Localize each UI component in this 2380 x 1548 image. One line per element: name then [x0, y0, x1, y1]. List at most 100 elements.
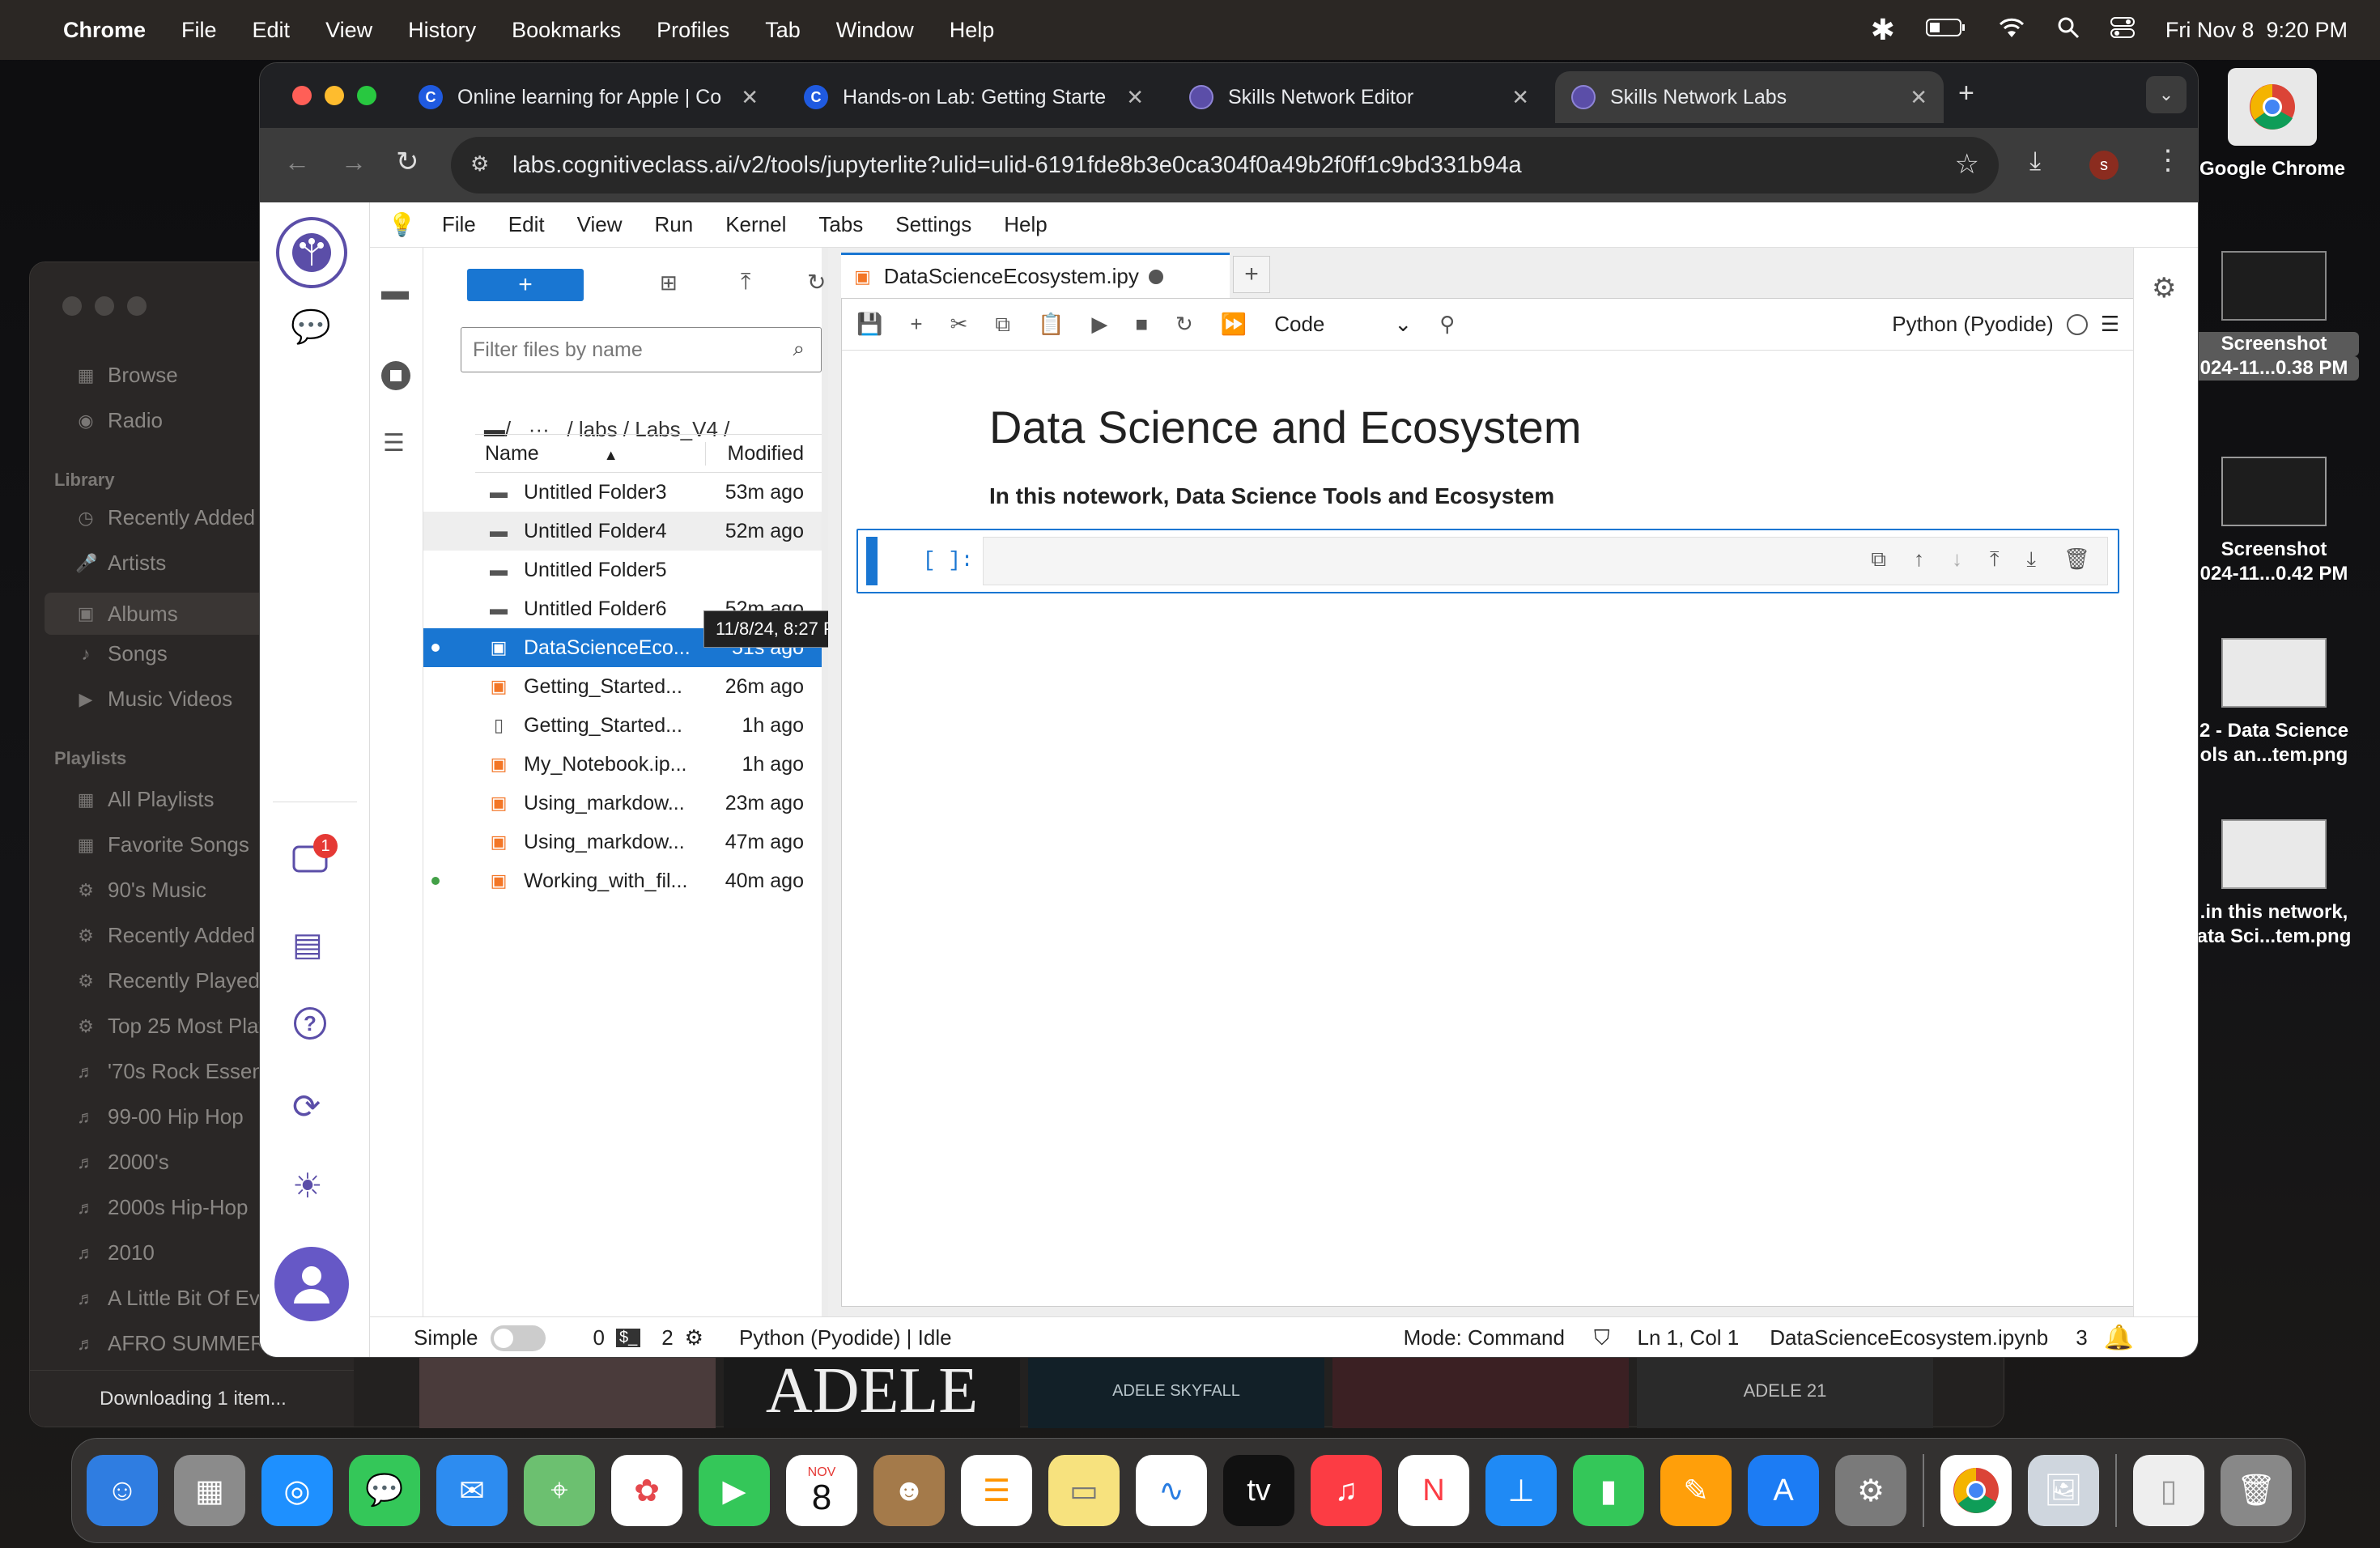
duplicate-cell-icon[interactable]: ⧉ [1871, 546, 1886, 572]
desktop-icon-chrome[interactable]: Google Chrome [2187, 68, 2357, 181]
browser-tab-3[interactable]: Skills Network Editor ✕ [1173, 71, 1545, 123]
restart-icon[interactable]: ↻ [1175, 312, 1193, 337]
table-of-contents-icon[interactable]: ☰ [383, 429, 405, 457]
address-bar[interactable]: ⚙ labs.cognitiveclass.ai/v2/tools/jupyte… [451, 137, 1999, 194]
bluetooth-asterisk-icon[interactable]: ✱ [1871, 13, 1895, 47]
menu-history[interactable]: History [408, 18, 476, 43]
jmenu-file[interactable]: File [442, 212, 476, 237]
menu-lines-icon[interactable]: ☰ [2101, 312, 2119, 337]
trusted-shield-icon[interactable]: ⛉ [1594, 1325, 1610, 1351]
file-row[interactable]: ▯ Getting_Started... 1h ago [423, 706, 822, 745]
save-icon[interactable]: 💾 [856, 312, 882, 337]
run-icon[interactable]: ▶ [1091, 312, 1107, 337]
maps-icon[interactable]: ⌖ [524, 1455, 595, 1526]
file-row[interactable]: ▬ Untitled Folder3 53m ago [423, 473, 822, 512]
playlist-item[interactable]: ♬ 2000s Hip-Hop [75, 1195, 248, 1220]
jmenu-help[interactable]: Help [1004, 212, 1047, 237]
zoom-window-button[interactable] [357, 86, 376, 105]
close-dot[interactable] [62, 296, 82, 316]
kernel-status[interactable]: Python (Pyodide) | Idle [739, 1325, 952, 1350]
file-row[interactable]: ▣ Getting_Started... 26m ago [423, 667, 822, 706]
help-icon[interactable]: ? [294, 1007, 326, 1040]
wifi-icon[interactable] [1997, 16, 2026, 45]
menu-window[interactable]: Window [836, 18, 914, 43]
library-artists[interactable]: 🎤 Artists [75, 551, 166, 576]
paste-icon[interactable]: 📋 [1038, 312, 1064, 337]
bookmark-star-icon[interactable]: ☆ [1955, 148, 1979, 181]
modified-column-header[interactable]: Modified [706, 442, 822, 466]
bell-icon[interactable]: 🔔 [2104, 1324, 2134, 1352]
preview-icon[interactable]: 🖼 [2028, 1455, 2099, 1526]
forward-arrow-icon[interactable]: → [341, 147, 367, 177]
menu-view[interactable]: View [325, 18, 372, 43]
delete-cell-icon[interactable]: 🗑 [2063, 546, 2090, 572]
album-cover[interactable] [419, 1354, 716, 1428]
jmenu-run[interactable]: Run [654, 212, 693, 237]
numbers-icon[interactable]: ▮ [1573, 1455, 1644, 1526]
new-folder-icon[interactable]: ⊞ [660, 270, 678, 296]
menu-tab[interactable]: Tab [765, 18, 801, 43]
apple-tv-icon[interactable]: tv [1223, 1455, 1294, 1526]
system-settings-icon[interactable]: ⚙ [1835, 1455, 1906, 1526]
kernel-indicator[interactable]: Python (Pyodide) ☰ [1892, 312, 2119, 337]
playlist-item[interactable]: ⚙ Recently Played [75, 968, 260, 993]
site-info-icon[interactable]: ⚙ [470, 151, 489, 176]
messages-icon[interactable]: 💬 [349, 1455, 420, 1526]
skills-network-logo-icon[interactable] [276, 217, 347, 288]
playlist-item[interactable]: ▦ Favorite Songs [75, 832, 249, 857]
move-down-icon[interactable]: ↓ [1952, 546, 1962, 572]
spotlight-search-icon[interactable] [2057, 16, 2080, 45]
inbox-icon[interactable]: 1 [291, 834, 338, 878]
downloads-stack-icon[interactable]: ▯ [2133, 1455, 2204, 1526]
jmenu-edit[interactable]: Edit [508, 212, 545, 237]
insert-cell-icon[interactable]: + [910, 312, 922, 337]
stop-icon[interactable]: ■ [1135, 312, 1148, 337]
new-tab-button[interactable]: + [1958, 78, 1974, 109]
cell-type-select[interactable]: Code ⌄ [1274, 312, 1412, 337]
zoom-dot[interactable] [127, 296, 147, 316]
safari-icon[interactable]: ◎ [261, 1455, 333, 1526]
playlist-item[interactable]: ♬ 2000's [75, 1150, 169, 1175]
notebook-tab[interactable]: ▣ DataScienceEcosystem.ipy [841, 253, 1230, 298]
filter-files-input[interactable]: Filter files by name ⌕ [461, 327, 822, 372]
calendar-icon[interactable]: NOV 8 [786, 1455, 857, 1526]
desktop-icon-screenshot-2[interactable]: Screenshot 024-11...0.42 PM [2189, 457, 2359, 586]
music-icon[interactable]: ♫ [1311, 1455, 1382, 1526]
music-nav-radio[interactable]: ◉ Radio [75, 408, 163, 433]
photos-icon[interactable]: ✿ [611, 1455, 682, 1526]
contacts-icon[interactable]: ☻ [873, 1455, 945, 1526]
playlist-item[interactable]: ⚙ 90's Music [75, 878, 206, 903]
news-icon[interactable]: N [1398, 1455, 1469, 1526]
launchpad-icon[interactable]: ▦ [174, 1455, 245, 1526]
jmenu-kernel[interactable]: Kernel [725, 212, 786, 237]
terminal-count[interactable]: 0 [593, 1325, 604, 1350]
app-store-icon[interactable]: A [1748, 1455, 1819, 1526]
close-tab-icon[interactable]: ✕ [1511, 85, 1529, 110]
desktop-icon-png-1[interactable]: 2 - Data Science ols an...tem.png [2189, 638, 2359, 768]
insert-below-icon[interactable]: ⤓ [2026, 546, 2036, 572]
insert-above-icon[interactable]: ⤒ [1990, 546, 2000, 572]
jmenu-view[interactable]: View [577, 212, 623, 237]
sync-icon[interactable]: ⟳ [292, 1087, 321, 1126]
tab-search-button[interactable]: ⌄ [2146, 76, 2187, 113]
upload-icon[interactable]: ⤒ [741, 269, 750, 296]
file-row[interactable]: ▬ Untitled Folder5 [423, 551, 822, 589]
browser-tab-2[interactable]: C Hands-on Lab: Getting Starte ✕ [788, 71, 1160, 123]
control-center-icon[interactable] [2110, 16, 2135, 44]
file-row[interactable]: ▬ Untitled Folder4 52m ago [423, 512, 822, 551]
menu-chrome[interactable]: Chrome [63, 18, 146, 43]
playlist-item[interactable]: ♬ AFRO SUMMER [75, 1331, 266, 1356]
album-cover-red[interactable] [1332, 1354, 1629, 1428]
library-music-videos[interactable]: ▶ Music Videos [75, 687, 233, 712]
library-recently-added[interactable]: ◷ Recently Added [75, 505, 255, 530]
back-arrow-icon[interactable]: ← [284, 147, 310, 177]
new-launcher-button[interactable]: + [467, 269, 584, 301]
running-kernels-icon[interactable] [381, 361, 410, 390]
browser-tab-4-active[interactable]: Skills Network Labs ✕ [1555, 71, 1944, 123]
library-songs[interactable]: ♪ Songs [75, 641, 168, 666]
downloads-icon[interactable]: ⤓ [2029, 146, 2041, 176]
album-cover-21[interactable]: ADELE 21 [1637, 1354, 1933, 1428]
playlist-item[interactable]: ▦ All Playlists [75, 787, 215, 812]
pages-icon[interactable]: ✎ [1660, 1455, 1732, 1526]
file-row[interactable]: ▣ Working_with_fil... 40m ago [423, 861, 822, 900]
